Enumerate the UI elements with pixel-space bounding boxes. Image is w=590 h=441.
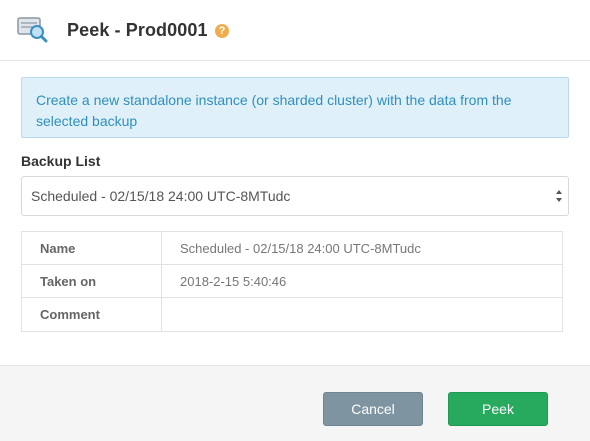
help-icon[interactable]: ? <box>215 24 229 38</box>
peek-dialog: Peek - Prod0001 ? Create a new standalon… <box>0 0 590 441</box>
detail-key: Name <box>22 232 162 264</box>
info-message: Create a new standalone instance (or sha… <box>21 77 569 138</box>
dialog-footer: Cancel Peek <box>0 365 590 441</box>
cancel-button[interactable]: Cancel <box>323 392 423 426</box>
detail-value: 2018-2-15 5:40:46 <box>180 274 287 289</box>
backup-list-label: Backup List <box>21 153 101 169</box>
details-row-taken-on: Taken on 2018-2-15 5:40:46 <box>22 265 562 298</box>
detail-value: Scheduled - 02/15/18 24:00 UTC-8MTudc <box>180 241 421 256</box>
backup-details-table: Name Scheduled - 02/15/18 24:00 UTC-8MTu… <box>21 231 563 332</box>
details-row-name: Name Scheduled - 02/15/18 24:00 UTC-8MTu… <box>22 232 562 265</box>
detail-key: Taken on <box>22 265 162 297</box>
backup-list-select[interactable]: Scheduled - 02/15/18 24:00 UTC-8MTudc <box>21 176 569 216</box>
peek-button[interactable]: Peek <box>448 392 548 426</box>
select-arrows-icon <box>555 189 563 203</box>
backup-list-selected-value: Scheduled - 02/15/18 24:00 UTC-8MTudc <box>31 188 291 204</box>
dialog-header: Peek - Prod0001 ? <box>0 0 590 61</box>
details-row-comment: Comment <box>22 298 562 331</box>
dialog-title: Peek - Prod0001 <box>67 20 208 40</box>
detail-key: Comment <box>22 298 162 331</box>
database-search-icon <box>17 14 49 44</box>
